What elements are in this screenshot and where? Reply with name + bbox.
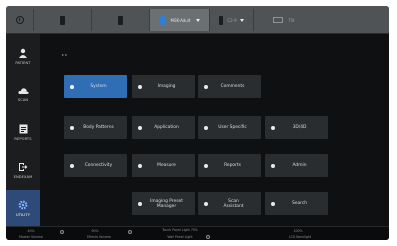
- imaging-preset-manager-button[interactable]: Imaging Preset Manager: [132, 192, 195, 215]
- sidebar-item-scan[interactable]: SCAN: [6, 76, 40, 112]
- measure-button[interactable]: Measure: [132, 154, 195, 177]
- preset-selector[interactable]: MSK-Adult: [150, 9, 210, 31]
- probe-icon: [60, 15, 65, 25]
- master-volume-label[interactable]: Master Volume: [6, 235, 56, 239]
- body-patterns-button[interactable]: Body Patterns: [64, 116, 127, 139]
- sidebar-item-label: REPORTS: [14, 136, 32, 141]
- chevron-down-icon: [195, 18, 200, 22]
- probe-icon: [219, 15, 224, 25]
- scan-assistant-label: Scan Assistant: [223, 198, 244, 209]
- admin-button[interactable]: Admin: [265, 154, 328, 177]
- connectivity-button[interactable]: Connectivity: [64, 154, 127, 177]
- imaging-preset-manager-label: Imaging Preset Manager: [150, 198, 183, 209]
- sidebar-item-utility[interactable]: UTILITY: [6, 190, 40, 226]
- connectivity-label: Connectivity: [84, 163, 113, 168]
- master-volume-value: 40%: [27, 229, 35, 233]
- effects-knob-icon: [128, 230, 132, 234]
- utility-main-panel: ▸ ▸ System Imaging Comments Body Pattern…: [40, 34, 389, 226]
- system-label: System: [90, 84, 107, 89]
- sidebar-item-label: UTILITY: [15, 212, 31, 217]
- sidebar: PATIENT SCAN REPORTS ENDEXAM UTILITY: [6, 34, 40, 226]
- patient-icon: [19, 48, 27, 58]
- effects-volume-value: 90%: [91, 229, 99, 233]
- comments-label: Comments: [220, 84, 245, 89]
- top-bar: MSK-Adult C2-9 Tilt: [6, 6, 389, 34]
- tilt-icon: [273, 17, 284, 23]
- imaging-button[interactable]: Imaging: [132, 75, 195, 98]
- probe-active-icon: [159, 15, 165, 25]
- effects-volume-label[interactable]: Effects Volume: [74, 235, 124, 239]
- sidebar-item-patient[interactable]: PATIENT: [6, 38, 40, 74]
- admin-label: Admin: [292, 163, 307, 168]
- 3d4d-label: 3D/4D: [292, 125, 307, 130]
- volume-knob-icon: [60, 230, 64, 234]
- measure-label: Measure: [157, 163, 176, 168]
- reports-button[interactable]: Reports: [198, 154, 261, 177]
- 3d4d-button[interactable]: 3D/4D: [265, 116, 328, 139]
- tilt-label: Tilt: [288, 17, 295, 23]
- sidebar-item-reports[interactable]: REPORTS: [6, 114, 40, 150]
- probe-label: C2-9: [227, 17, 237, 23]
- probe-slot-2[interactable]: [92, 9, 150, 31]
- system-button[interactable]: System: [64, 75, 127, 98]
- comments-button[interactable]: Comments: [198, 75, 261, 98]
- sidebar-item-endexam[interactable]: ENDEXAM: [6, 152, 40, 188]
- preset-label: MSK-Adult: [170, 17, 191, 23]
- search-label: Search: [291, 201, 308, 206]
- user-specific-label: User Specific: [218, 125, 247, 130]
- probe-selector[interactable]: C2-9: [210, 9, 254, 31]
- gear-icon: [18, 200, 28, 209]
- touch-panel-light-value: Touch Panel Light 70%: [162, 228, 198, 232]
- probe-slot-1[interactable]: [34, 9, 92, 31]
- scan-assistant-button[interactable]: Scan Assistant: [198, 192, 261, 215]
- application-label: Application: [154, 125, 179, 130]
- sidebar-item-label: ENDEXAM: [13, 174, 33, 179]
- dial-icon: [15, 16, 24, 24]
- search-button[interactable]: Search: [265, 192, 328, 215]
- panel-light-knob-icon: [206, 235, 210, 239]
- reports-label: Reports: [224, 163, 241, 168]
- lcd-backlight-label[interactable]: LCD Backlight: [270, 235, 330, 239]
- lcd-backlight-value: 100%: [293, 229, 303, 233]
- probe-icon: [118, 15, 123, 25]
- wall-panel-light-label[interactable]: Wall Panel Light: [156, 235, 204, 239]
- imaging-label: Imaging: [157, 84, 176, 89]
- sidebar-item-label: SCAN: [17, 97, 29, 102]
- probe-status-cell[interactable]: [6, 9, 34, 31]
- report-icon: [19, 124, 27, 133]
- sidebar-item-label: PATIENT: [15, 60, 31, 65]
- body-patterns-label: Body Patterns: [83, 125, 114, 130]
- chevron-down-icon: [239, 18, 244, 22]
- status-bar: 40% Master Volume 90% Effects Volume Tou…: [6, 226, 389, 240]
- cloud-icon: [17, 87, 29, 94]
- app-window: MSK-Adult C2-9 Tilt PATIENT SCAN REPORTS: [6, 6, 389, 240]
- tilt-cell[interactable]: Tilt: [254, 9, 314, 31]
- breadcrumb: ▸ ▸: [62, 52, 68, 57]
- exit-icon: [19, 162, 28, 171]
- application-button[interactable]: Application: [132, 116, 195, 139]
- user-specific-button[interactable]: User Specific: [198, 116, 261, 139]
